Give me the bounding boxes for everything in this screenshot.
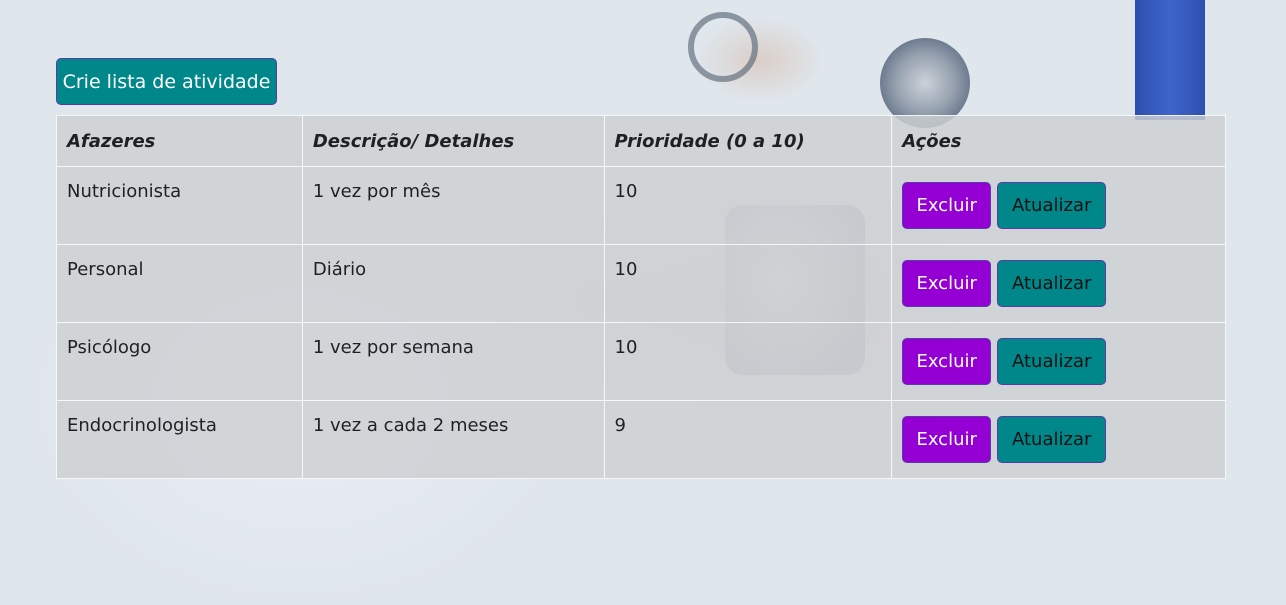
task-cell: Psicólogo: [56, 322, 303, 401]
row-actions: Excluir Atualizar: [902, 182, 1215, 229]
delete-button[interactable]: Excluir: [902, 416, 992, 463]
table-row: Nutricionista 1 vez por mês 10 Excluir A…: [56, 166, 1226, 245]
actions-cell: Excluir Atualizar: [891, 166, 1226, 245]
description-cell: 1 vez por semana: [301, 322, 605, 401]
create-list-button[interactable]: Crie lista de atividade: [56, 58, 277, 105]
header-description: Descrição/ Detalhes: [301, 115, 605, 167]
stethoscope-tube-decoration: [688, 12, 758, 82]
priority-cell: 10: [603, 322, 893, 401]
priority-cell: 10: [603, 244, 893, 323]
task-cell: Endocrinologista: [56, 400, 303, 479]
description-cell: 1 vez a cada 2 meses: [301, 400, 605, 479]
actions-cell: Excluir Atualizar: [891, 322, 1226, 401]
update-button[interactable]: Atualizar: [997, 416, 1107, 463]
header-actions: Ações: [891, 115, 1226, 167]
header-priority: Prioridade (0 a 10): [603, 115, 893, 167]
priority-cell: 10: [603, 166, 893, 245]
update-button[interactable]: Atualizar: [997, 182, 1107, 229]
delete-button[interactable]: Excluir: [902, 182, 992, 229]
task-cell: Nutricionista: [56, 166, 303, 245]
delete-button[interactable]: Excluir: [902, 260, 992, 307]
actions-cell: Excluir Atualizar: [891, 400, 1226, 479]
description-cell: Diário: [301, 244, 605, 323]
tasks-table: Afazeres Descrição/ Detalhes Prioridade …: [56, 115, 1226, 479]
update-button[interactable]: Atualizar: [997, 338, 1107, 385]
table-header-row: Afazeres Descrição/ Detalhes Prioridade …: [56, 115, 1226, 167]
description-cell: 1 vez por mês: [301, 166, 605, 245]
update-button[interactable]: Atualizar: [997, 260, 1107, 307]
table-row: Personal Diário 10 Excluir Atualizar: [56, 244, 1226, 323]
actions-cell: Excluir Atualizar: [891, 244, 1226, 323]
header-tasks: Afazeres: [56, 115, 303, 167]
priority-cell: 9: [603, 400, 893, 479]
row-actions: Excluir Atualizar: [902, 416, 1215, 463]
table-row: Psicólogo 1 vez por semana 10 Excluir At…: [56, 322, 1226, 401]
delete-button[interactable]: Excluir: [902, 338, 992, 385]
tie-decoration: [1135, 0, 1205, 120]
task-cell: Personal: [56, 244, 303, 323]
row-actions: Excluir Atualizar: [902, 338, 1215, 385]
table-row: Endocrinologista 1 vez a cada 2 meses 9 …: [56, 400, 1226, 479]
row-actions: Excluir Atualizar: [902, 260, 1215, 307]
